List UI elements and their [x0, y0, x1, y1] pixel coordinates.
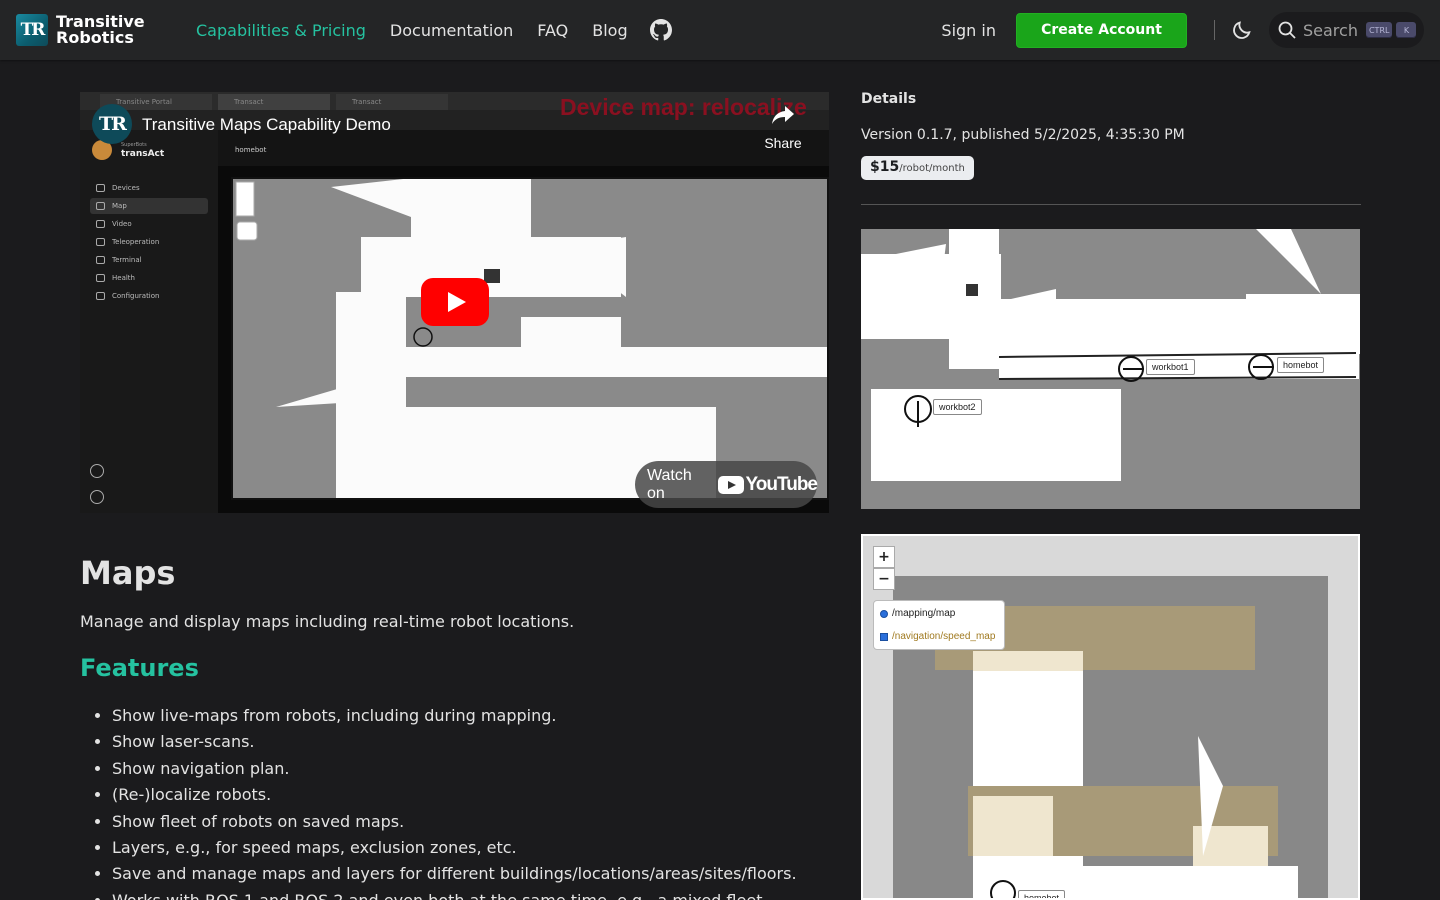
video-sidebar-label: Map	[112, 202, 127, 210]
video-theme-icon	[90, 464, 104, 478]
video-app-header: homebot	[218, 130, 829, 166]
layers-map-screenshot[interactable]: + − /mapping/map /navigation/speed_map h…	[861, 534, 1360, 900]
kbd-k: K	[1396, 22, 1417, 38]
youtube-play-icon	[717, 475, 744, 494]
configuration-icon	[96, 292, 105, 300]
share-label: Share	[764, 135, 802, 151]
video-sidebar-item: Video	[90, 216, 208, 232]
version-info: Version 0.1.7, published 5/2/2025, 4:35:…	[861, 127, 1185, 143]
brand-name: Transitive Robotics	[56, 14, 145, 46]
video-sidebar-label: Health	[112, 274, 135, 282]
video-sidebar-label: Teleoperation	[112, 238, 160, 246]
video-app-name: transAct	[121, 149, 165, 159]
logo-icon: TR	[16, 14, 48, 46]
video-tab: Transact	[336, 94, 448, 110]
brand-link[interactable]: TR Transitive Robotics	[16, 14, 145, 46]
video-sidebar-label: Devices	[112, 184, 140, 192]
nav-right: Sign in Create Account Search CTRL K	[941, 0, 1424, 60]
github-icon[interactable]	[649, 19, 672, 41]
brand-name-line2: Robotics	[56, 28, 134, 47]
page-description: Manage and display maps including real-t…	[80, 612, 575, 631]
fleet-map-screenshot[interactable]: workbot1 homebot workbot2	[861, 229, 1360, 509]
price-badge: $15 /robot/month	[861, 156, 974, 180]
nav-divider	[1214, 20, 1215, 40]
zoom-out-button[interactable]: −	[873, 568, 895, 590]
feature-item: (Re-)localize robots.	[112, 782, 797, 808]
devices-icon	[96, 184, 105, 192]
price-amount: $15	[870, 159, 900, 175]
video-title[interactable]: Transitive Maps Capability Demo	[142, 115, 391, 135]
video-sidebar-item: Teleoperation	[90, 234, 208, 250]
feature-item: Save and manage maps and layers for diff…	[112, 861, 797, 887]
page-title: Maps	[80, 554, 176, 592]
layer-option[interactable]: /mapping/map	[880, 608, 955, 619]
layers-panel: /mapping/map /navigation/speed_map	[873, 600, 1005, 650]
feature-item: Works with ROS 1 and ROS 2 and even both…	[112, 888, 797, 900]
signin-link[interactable]: Sign in	[941, 21, 996, 40]
nav-documentation[interactable]: Documentation	[378, 21, 525, 40]
layers-map-graphic	[893, 576, 1328, 898]
search-button[interactable]: Search CTRL K	[1269, 12, 1424, 48]
robot-label-workbot2: workbot2	[933, 399, 982, 415]
video-map-graphic	[229, 175, 829, 502]
watch-on-label: Watch on	[647, 466, 692, 502]
price-unit: /robot/month	[899, 163, 965, 174]
feature-item: Show fleet of robots on saved maps.	[112, 809, 797, 835]
kbd-ctrl: CTRL	[1365, 22, 1393, 38]
youtube-logo-icon: YouTube	[717, 473, 818, 496]
share-icon	[772, 106, 794, 124]
video-sidebar-item: Map	[90, 198, 208, 214]
feature-item: Show laser-scans.	[112, 729, 797, 755]
robot-label-homebot: homebot	[1018, 890, 1066, 898]
watch-on-youtube-button[interactable]: Watch on YouTube	[635, 461, 818, 508]
layer-label: /navigation/speed_map	[892, 631, 996, 642]
map-icon	[96, 202, 105, 210]
video-device-name: homebot	[235, 146, 267, 154]
robot-label-workbot1: workbot1	[1146, 359, 1195, 375]
details-divider	[861, 204, 1361, 205]
terminal-icon	[96, 256, 105, 264]
teleoperation-icon	[96, 238, 105, 246]
layer-label: /mapping/map	[892, 608, 956, 619]
checkbox-icon	[880, 632, 888, 641]
feature-item: Show live-maps from robots, including du…	[112, 703, 797, 729]
health-icon	[96, 274, 105, 282]
dark-mode-toggle-icon[interactable]	[1231, 19, 1253, 41]
search-icon	[1278, 21, 1296, 39]
search-placeholder: Search	[1303, 20, 1358, 40]
video-sidebar-item: Terminal	[90, 252, 208, 268]
video-account-icon	[90, 490, 104, 504]
video-map-view	[229, 175, 829, 502]
channel-avatar[interactable]: TR	[92, 104, 132, 144]
video-sidebar-item: Devices	[90, 180, 208, 196]
nav-faq[interactable]: FAQ	[525, 21, 580, 40]
video-embed[interactable]: Transitive Portal Transact Transact Supe…	[80, 92, 829, 513]
video-sidebar-label: Terminal	[112, 256, 142, 264]
share-button[interactable]: Share	[761, 106, 805, 151]
details-heading: Details	[861, 91, 917, 107]
navbar: TR Transitive Robotics Capabilities & Pr…	[0, 0, 1440, 60]
video-sidebar-item: Health	[90, 270, 208, 286]
feature-item: Show navigation plan.	[112, 756, 797, 782]
nav-blog[interactable]: Blog	[580, 21, 639, 40]
nav-capabilities-pricing[interactable]: Capabilities & Pricing	[184, 21, 378, 40]
radio-icon	[880, 609, 888, 618]
features-heading: Features	[80, 654, 199, 682]
play-button-icon[interactable]	[421, 278, 489, 326]
video-app-sidebar: SuperBots transAct Devices Map Video Tel…	[80, 130, 218, 513]
video-sidebar-item: Configuration	[90, 288, 208, 304]
features-list: Show live-maps from robots, including du…	[112, 703, 797, 900]
zoom-in-button[interactable]: +	[873, 546, 895, 568]
video-app-org: SuperBots	[121, 142, 147, 148]
video-sidebar-label: Configuration	[112, 292, 160, 300]
robot-label-homebot: homebot	[1277, 357, 1325, 373]
feature-item: Layers, e.g., for speed maps, exclusion …	[112, 835, 797, 861]
video-sidebar-label: Video	[112, 220, 132, 228]
create-account-button[interactable]: Create Account	[1016, 12, 1187, 48]
nav-links: Capabilities & Pricing Documentation FAQ…	[184, 0, 672, 60]
youtube-wordmark: YouTube	[745, 473, 818, 495]
video-tab: Transact	[218, 94, 330, 110]
video-icon	[96, 220, 105, 228]
layer-option[interactable]: /navigation/speed_map	[880, 631, 995, 642]
